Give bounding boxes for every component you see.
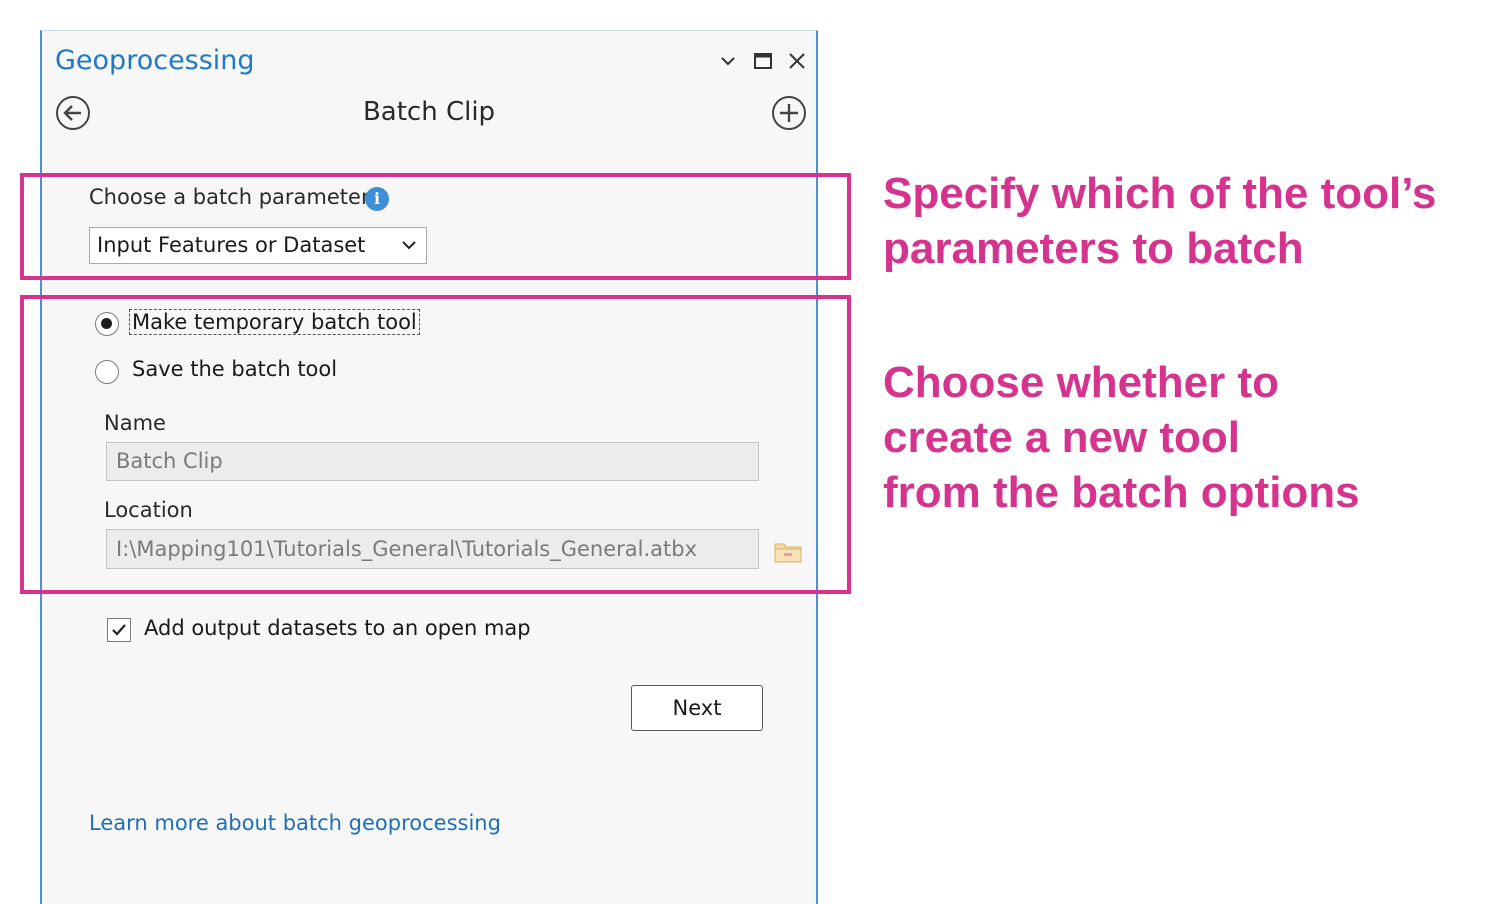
next-button[interactable]: Next [631,685,763,731]
chevron-down-icon[interactable] [716,49,740,73]
close-icon[interactable] [785,49,809,73]
highlight-batch-options [20,295,851,594]
annotation-batch-parameter: Specify which of the tool’s parameters t… [883,169,1437,273]
tool-title: Batch Clip [362,97,496,127]
add-output-checkbox[interactable] [107,618,131,642]
add-output-label[interactable]: Add output datasets to an open map [144,616,531,640]
maximize-icon[interactable] [751,49,775,73]
pane-title: Geoprocessing [55,45,255,76]
annotation-batch-options: Choose whether to create a new tool from… [883,358,1360,517]
checkmark-icon [112,624,126,636]
add-plus-icon[interactable] [771,95,807,131]
highlight-batch-parameter [20,173,851,280]
learn-more-link[interactable]: Learn more about batch geoprocessing [89,811,501,835]
